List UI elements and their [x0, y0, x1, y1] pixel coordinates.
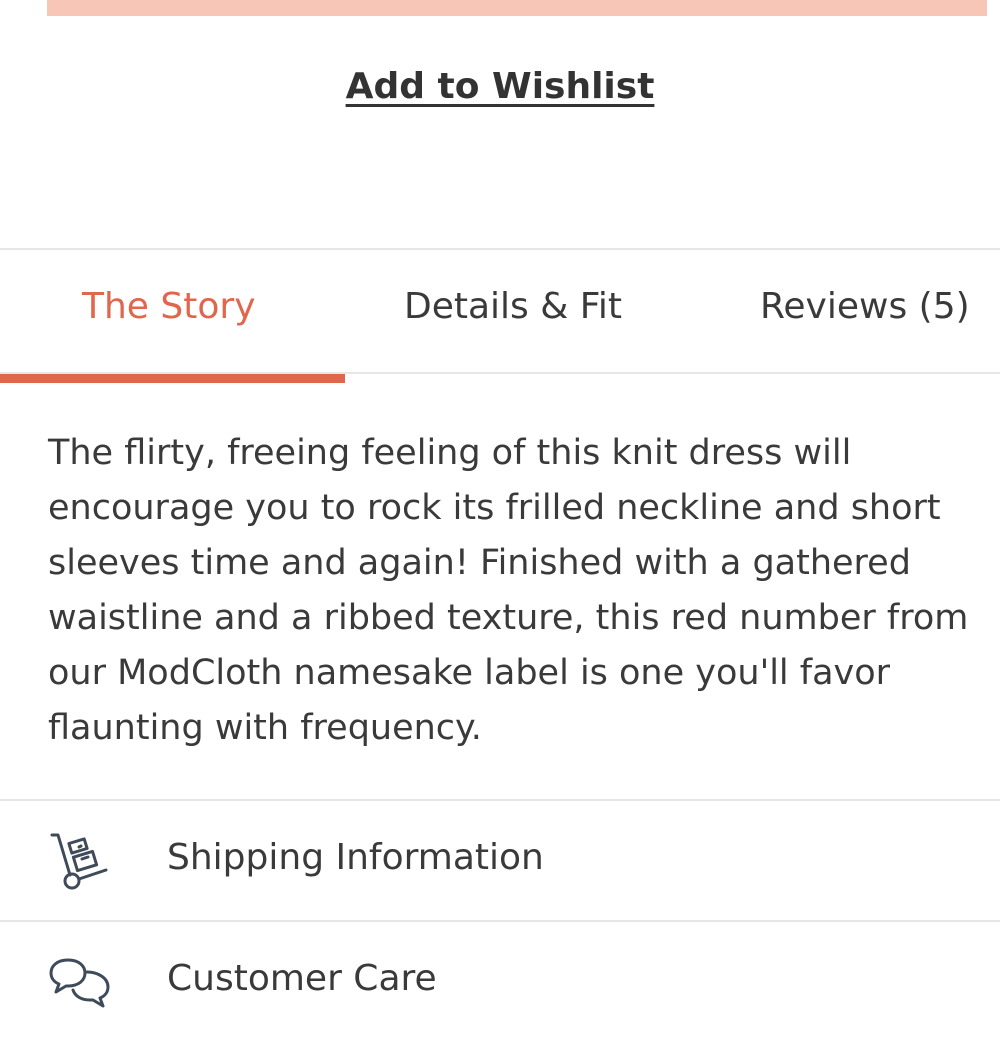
active-tab-indicator	[0, 374, 345, 383]
shipping-information-label: Shipping Information	[167, 837, 544, 878]
story-description: The flirty, freeing feeling of this knit…	[48, 433, 969, 748]
customer-care-row[interactable]: Customer Care	[0, 920, 1000, 1040]
hand-truck-icon	[48, 829, 112, 893]
shipping-information-row[interactable]: Shipping Information	[0, 799, 1000, 919]
product-tabs: The Story Details & Fit Reviews (5)	[0, 248, 1000, 374]
chat-bubbles-icon	[48, 950, 112, 1014]
tab-reviews[interactable]: Reviews (5)	[760, 286, 970, 327]
tab-the-story[interactable]: The Story	[82, 286, 256, 327]
add-to-bag-button[interactable]	[47, 0, 987, 16]
tab-details-fit[interactable]: Details & Fit	[404, 286, 622, 327]
add-to-wishlist-link[interactable]: Add to Wishlist	[0, 66, 1000, 107]
customer-care-label: Customer Care	[167, 958, 437, 999]
